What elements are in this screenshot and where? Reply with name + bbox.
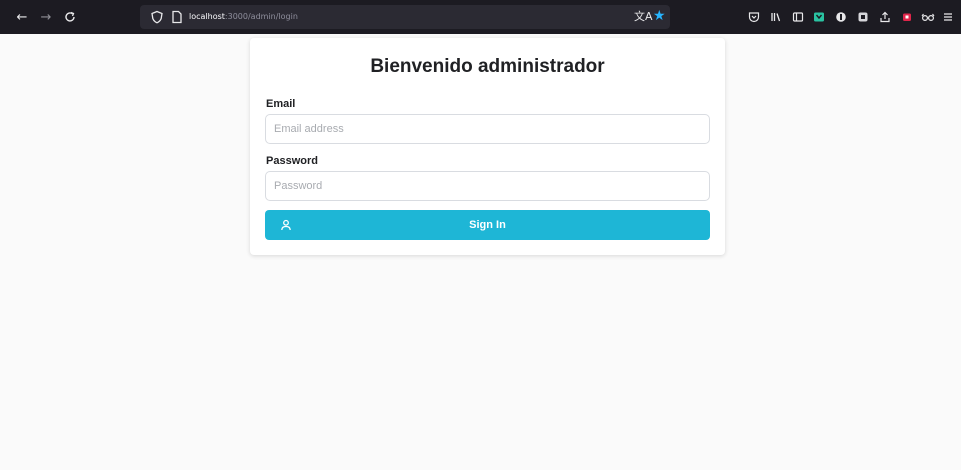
shield-icon[interactable] (150, 10, 164, 24)
email-field[interactable] (265, 114, 710, 144)
url-path: :3000/admin/login (224, 12, 298, 21)
sidebar-icon[interactable] (790, 9, 806, 25)
share-icon[interactable] (877, 9, 893, 25)
bookmark-star-icon[interactable]: ★ (653, 8, 666, 24)
glasses-icon[interactable] (920, 9, 936, 25)
browser-toolbar: ← → localhost:3000/admin/login 文A ★ (0, 0, 961, 34)
forward-arrow-icon[interactable]: → (37, 8, 55, 26)
password-label: Password (266, 155, 318, 167)
url-host: localhost (189, 12, 225, 21)
back-arrow-icon[interactable]: ← (13, 8, 31, 26)
login-card: Bienvenido administrador Email Password … (250, 38, 725, 255)
ublock-icon[interactable] (899, 9, 915, 25)
password-field[interactable] (265, 171, 710, 201)
page-title: Bienvenido administrador (370, 56, 605, 77)
page-icon (170, 10, 184, 24)
menu-icon[interactable] (940, 9, 956, 25)
reload-icon[interactable] (61, 8, 79, 26)
library-icon[interactable] (768, 9, 784, 25)
pocket-icon[interactable] (746, 9, 762, 25)
address-bar[interactable]: localhost:3000/admin/login 文A ★ (140, 5, 670, 29)
extension-icon[interactable] (833, 9, 849, 25)
extension-icon[interactable] (855, 9, 871, 25)
email-label: Email (266, 98, 296, 110)
translate-icon[interactable]: 文A (634, 9, 653, 25)
url-text[interactable]: localhost:3000/admin/login (189, 10, 298, 24)
extension-icon[interactable] (811, 9, 827, 25)
sign-in-label: Sign In (469, 219, 506, 231)
sign-in-button[interactable]: Sign In (265, 210, 710, 240)
